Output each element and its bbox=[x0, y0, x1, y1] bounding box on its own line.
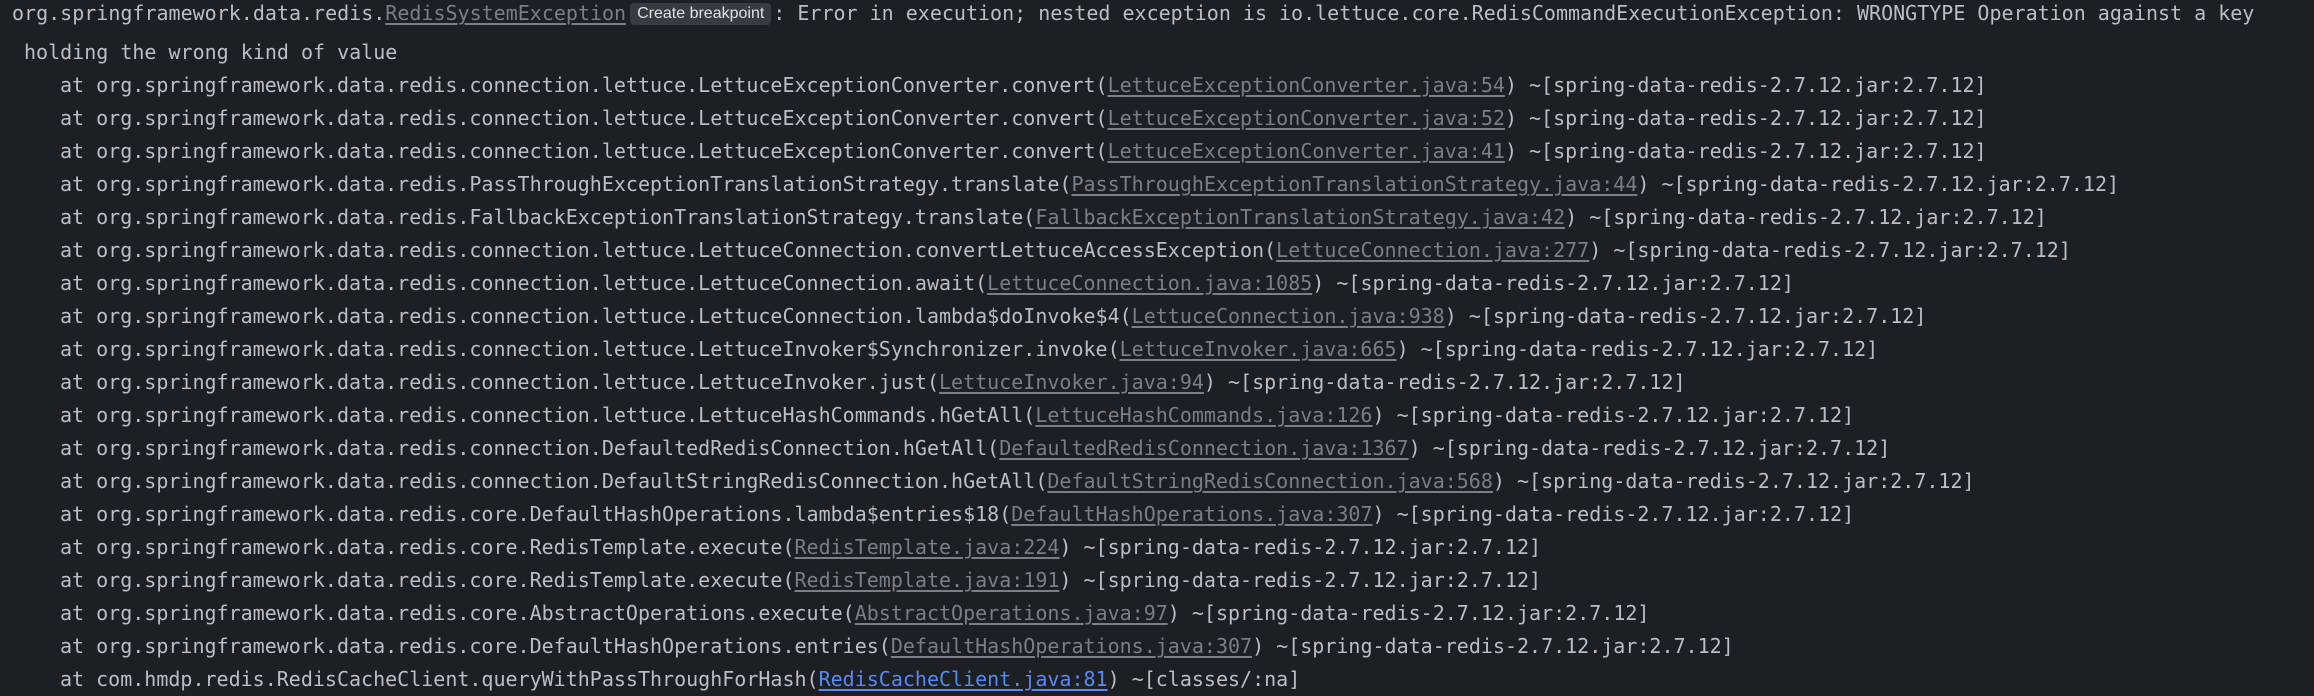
stack-frame-jar: ) ~[spring-data-redis-2.7.12.jar:2.7.12] bbox=[1167, 601, 1650, 625]
stack-frame-jar: ) ~[spring-data-redis-2.7.12.jar:2.7.12] bbox=[1504, 106, 1987, 130]
stack-frame-jar: ) ~[spring-data-redis-2.7.12.jar:2.7.12] bbox=[1203, 370, 1686, 394]
stack-frame-line: at org.springframework.data.redis.connec… bbox=[60, 234, 2071, 267]
stack-frame-jar: ) ~[spring-data-redis-2.7.12.jar:2.7.12] bbox=[1372, 403, 1855, 427]
source-file-link[interactable]: LettuceExceptionConverter.java:52 bbox=[1108, 106, 1505, 130]
console-output: org.springframework.data.redis.RedisSyst… bbox=[0, 0, 2314, 691]
source-file-link[interactable]: AbstractOperations.java:97 bbox=[855, 601, 1168, 625]
stack-frame-jar: ) ~[spring-data-redis-2.7.12.jar:2.7.12] bbox=[1312, 271, 1794, 295]
source-file-link[interactable]: LettuceInvoker.java:665 bbox=[1120, 337, 1397, 361]
exception-message: : Error in execution; nested exception i… bbox=[773, 1, 2255, 25]
stack-frame-jar: ) ~[spring-data-redis-2.7.12.jar:2.7.12] bbox=[1252, 634, 1734, 658]
stack-frame-jar: ) ~[spring-data-redis-2.7.12.jar:2.7.12] bbox=[1059, 568, 1542, 592]
stack-frame-jar: ) ~[spring-data-redis-2.7.12.jar:2.7.12] bbox=[1565, 205, 2047, 229]
stack-frame-method: at org.springframework.data.redis.connec… bbox=[60, 403, 1036, 427]
source-file-link[interactable]: DefaultHashOperations.java:307 bbox=[1011, 502, 1372, 526]
stack-frame-method: at org.springframework.data.redis.connec… bbox=[60, 73, 1108, 97]
stack-frame-method: at org.springframework.data.redis.PassTh… bbox=[60, 172, 1072, 196]
source-file-link[interactable]: DefaultStringRedisConnection.java:568 bbox=[1047, 469, 1493, 493]
source-file-link[interactable]: DefaultHashOperations.java:307 bbox=[891, 634, 1252, 658]
stack-frame-method: at org.springframework.data.redis.connec… bbox=[60, 469, 1048, 493]
stack-frame-method: at org.springframework.data.redis.core.R… bbox=[60, 568, 795, 592]
stack-frame-jar: ) ~[classes/:na] bbox=[1107, 667, 1301, 691]
stack-frame-line: at org.springframework.data.redis.core.D… bbox=[60, 498, 1854, 531]
stack-frame-line: at org.springframework.data.redis.connec… bbox=[60, 135, 1987, 168]
stack-frame-method: at org.springframework.data.redis.connec… bbox=[60, 337, 1120, 361]
source-file-link[interactable]: LettuceExceptionConverter.java:41 bbox=[1108, 139, 1505, 163]
stack-frame-line: at org.springframework.data.redis.connec… bbox=[60, 399, 1854, 432]
stack-frame-jar: ) ~[spring-data-redis-2.7.12.jar:2.7.12] bbox=[1408, 436, 1891, 460]
stack-frame-method: at org.springframework.data.redis.connec… bbox=[60, 271, 988, 295]
stack-frame-jar: ) ~[spring-data-redis-2.7.12.jar:2.7.12] bbox=[1444, 304, 1927, 328]
stack-frame-method: at org.springframework.data.redis.connec… bbox=[60, 370, 939, 394]
stack-frame-method: at org.springframework.data.redis.core.D… bbox=[60, 634, 891, 658]
source-file-link[interactable]: RedisCacheClient.java:81 bbox=[819, 667, 1108, 691]
stack-frame-line: at org.springframework.data.redis.core.R… bbox=[60, 564, 1541, 597]
stack-frame-line: at org.springframework.data.redis.connec… bbox=[60, 432, 1890, 465]
source-file-link[interactable]: LettuceHashCommands.java:126 bbox=[1035, 403, 1372, 427]
stack-frame-jar: ) ~[spring-data-redis-2.7.12.jar:2.7.12] bbox=[1504, 73, 1987, 97]
stack-frame-method: at org.springframework.data.redis.connec… bbox=[60, 106, 1108, 130]
stack-frame-line: at org.springframework.data.redis.connec… bbox=[60, 300, 1926, 333]
source-file-link[interactable]: LettuceInvoker.java:94 bbox=[939, 370, 1204, 394]
stack-frame-method: at org.springframework.data.redis.core.A… bbox=[60, 601, 855, 625]
stack-frame-line: at org.springframework.data.redis.core.D… bbox=[60, 630, 1734, 663]
stack-frame-jar: ) ~[spring-data-redis-2.7.12.jar:2.7.12] bbox=[1589, 238, 2071, 262]
stack-frame-line: at org.springframework.data.redis.Fallba… bbox=[60, 201, 2047, 234]
stack-frame-method: at org.springframework.data.redis.core.D… bbox=[60, 502, 1012, 526]
exception-class-link[interactable]: RedisSystemException bbox=[385, 1, 626, 25]
stack-frame-line: at org.springframework.data.redis.connec… bbox=[60, 333, 1878, 366]
source-file-link[interactable]: LettuceExceptionConverter.java:54 bbox=[1108, 73, 1505, 97]
stack-frame-line: at org.springframework.data.redis.connec… bbox=[60, 267, 1794, 300]
stack-frame-jar: ) ~[spring-data-redis-2.7.12.jar:2.7.12] bbox=[1059, 535, 1542, 559]
source-file-link[interactable]: LettuceConnection.java:1085 bbox=[987, 271, 1312, 295]
stack-frame-method: at com.hmdp.redis.RedisCacheClient.query… bbox=[60, 667, 819, 691]
stack-frame-jar: ) ~[spring-data-redis-2.7.12.jar:2.7.12] bbox=[1504, 139, 1987, 163]
stack-frame-line: at com.hmdp.redis.RedisCacheClient.query… bbox=[60, 663, 1300, 696]
stack-frame-line: at org.springframework.data.redis.PassTh… bbox=[60, 168, 2119, 201]
source-file-link[interactable]: LettuceConnection.java:938 bbox=[1132, 304, 1445, 328]
stack-frame-line: at org.springframework.data.redis.connec… bbox=[60, 69, 1987, 102]
source-file-link[interactable]: LettuceConnection.java:277 bbox=[1276, 238, 1589, 262]
stack-frame-jar: ) ~[spring-data-redis-2.7.12.jar:2.7.12] bbox=[1492, 469, 1975, 493]
create-breakpoint-button[interactable]: Create breakpoint bbox=[630, 3, 772, 25]
stack-frame-line: at org.springframework.data.redis.connec… bbox=[60, 102, 1987, 135]
stack-frame-line: at org.springframework.data.redis.connec… bbox=[60, 366, 1686, 399]
stack-frame-method: at org.springframework.data.redis.connec… bbox=[60, 238, 1277, 262]
exception-package: org.springframework.data.redis. bbox=[12, 1, 386, 25]
source-file-link[interactable]: RedisTemplate.java:224 bbox=[795, 535, 1060, 559]
stack-frame-jar: ) ~[spring-data-redis-2.7.12.jar:2.7.12] bbox=[1637, 172, 2120, 196]
stack-frame-method: at org.springframework.data.redis.connec… bbox=[60, 139, 1108, 163]
stack-frame-method: at org.springframework.data.redis.Fallba… bbox=[60, 205, 1036, 229]
source-file-link[interactable]: PassThroughExceptionTranslationStrategy.… bbox=[1071, 172, 1637, 196]
stack-frame-jar: ) ~[spring-data-redis-2.7.12.jar:2.7.12] bbox=[1396, 337, 1879, 361]
source-file-link[interactable]: RedisTemplate.java:191 bbox=[795, 568, 1060, 592]
stack-frame-method: at org.springframework.data.redis.connec… bbox=[60, 304, 1132, 328]
source-file-link[interactable]: FallbackExceptionTranslationStrategy.jav… bbox=[1035, 205, 1565, 229]
stack-frame-line: at org.springframework.data.redis.connec… bbox=[60, 465, 1975, 498]
stack-frame-line: at org.springframework.data.redis.core.R… bbox=[60, 531, 1541, 564]
exception-message-continuation: holding the wrong kind of value bbox=[24, 40, 398, 64]
stack-frame-method: at org.springframework.data.redis.core.R… bbox=[60, 535, 795, 559]
exception-header-line: org.springframework.data.redis.RedisSyst… bbox=[12, 0, 2254, 30]
source-file-link[interactable]: DefaultedRedisConnection.java:1367 bbox=[999, 436, 1408, 460]
stack-frame-method: at org.springframework.data.redis.connec… bbox=[60, 436, 1000, 460]
stack-frame-jar: ) ~[spring-data-redis-2.7.12.jar:2.7.12] bbox=[1372, 502, 1855, 526]
stack-frame-line: at org.springframework.data.redis.core.A… bbox=[60, 597, 1649, 630]
